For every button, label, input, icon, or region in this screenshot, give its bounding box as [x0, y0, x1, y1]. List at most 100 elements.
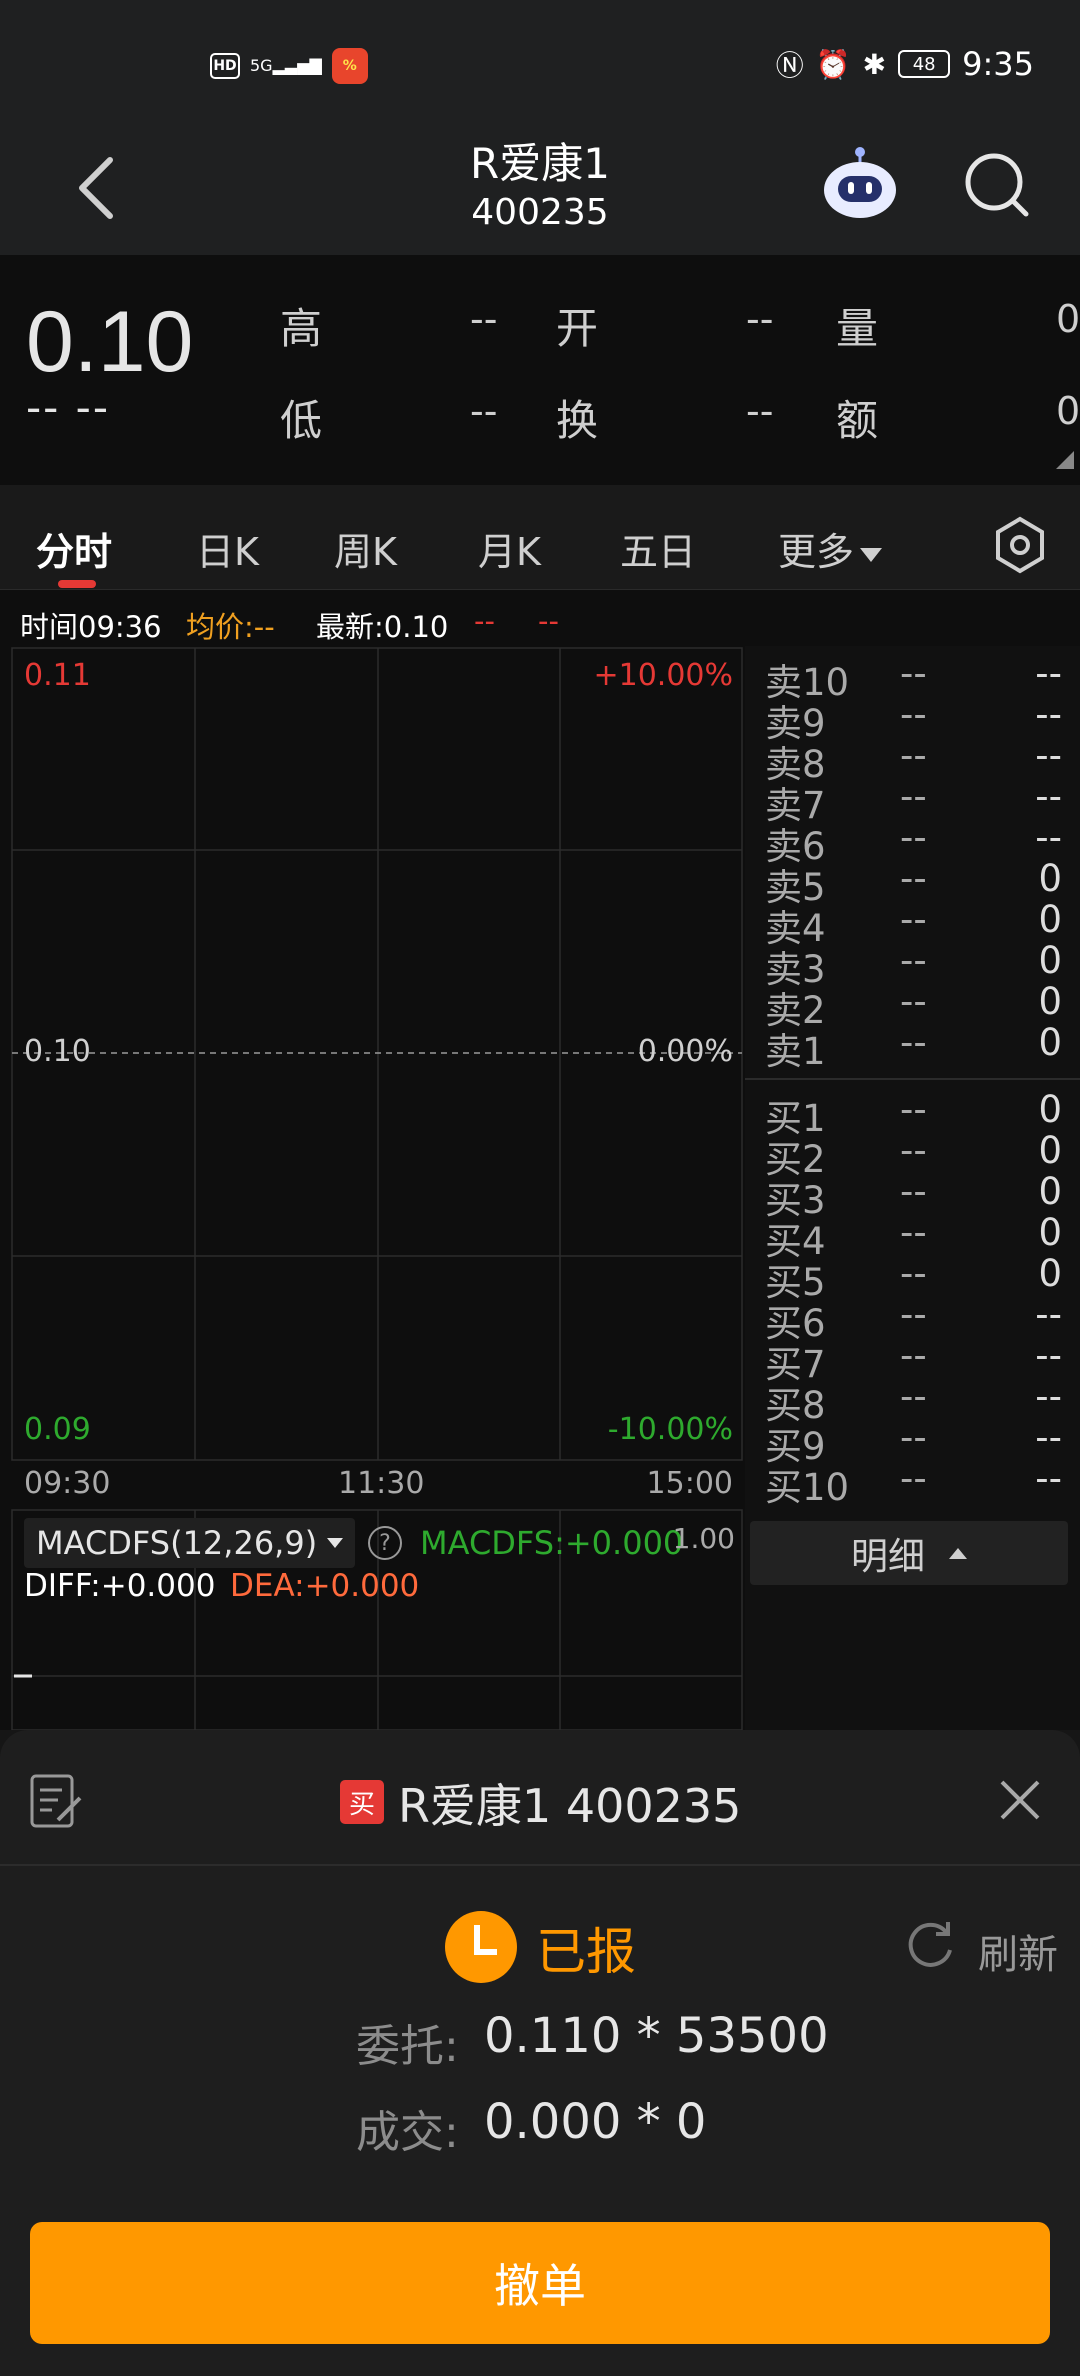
- sell-level-row: 卖5 -- 0: [745, 857, 1080, 909]
- refresh-button[interactable]: 刷新: [978, 1922, 1058, 1980]
- caret-up-icon: [949, 1547, 967, 1559]
- tab-five-day[interactable]: 五日: [620, 521, 696, 576]
- edit-note-icon[interactable]: [28, 1772, 84, 1830]
- alarm-icon: ⏰: [815, 47, 851, 81]
- level-volume: --: [1035, 1375, 1062, 1418]
- indicator-selector[interactable]: MACDFS(12,26,9): [24, 1518, 356, 1568]
- level-price: --: [900, 693, 927, 736]
- buy-level-row: 买4 -- 0: [745, 1211, 1080, 1263]
- tab-more-label: 更多: [778, 530, 855, 574]
- level-volume: 0: [1038, 1088, 1062, 1131]
- detail-button[interactable]: 明细: [750, 1521, 1068, 1585]
- pct-axis-bottom: -10.00%: [607, 1412, 733, 1447]
- level-volume: 0: [1038, 1129, 1062, 1172]
- x-axis-end: 15:00: [646, 1466, 733, 1501]
- app-notification-icon: %: [331, 48, 368, 84]
- tab-monthly-k[interactable]: 月K: [478, 521, 541, 576]
- level-price: --: [900, 1293, 927, 1336]
- status-bar: HD 5G▂▃▅▇ % Ⓝ ⏰ ✱ 48 9:35: [0, 0, 1080, 130]
- clock: 9:35: [962, 45, 1034, 83]
- sheet-header: 买 R爱康1 400235: [0, 1730, 1080, 1866]
- caret-down-icon: [860, 547, 883, 562]
- deal-value: 0.000 * 0: [484, 2094, 707, 2150]
- high-label: 高: [280, 304, 323, 353]
- buy-level-row: 买6 -- --: [745, 1293, 1080, 1345]
- buy-level-row: 买8 -- --: [745, 1375, 1080, 1427]
- tab-weekly-k[interactable]: 周K: [334, 521, 397, 576]
- tab-intraday[interactable]: 分时: [36, 521, 112, 576]
- diff-value: DIFF:+0.000: [24, 1568, 216, 1604]
- level-price: --: [900, 734, 927, 777]
- order-status: 已报: [536, 1923, 636, 1981]
- intraday-chart[interactable]: 0.11 +10.00% 0.10 0.00% 0.09 -10.00% 09:…: [0, 646, 745, 1730]
- volume-label: 量: [836, 304, 879, 353]
- level-volume: 0: [1038, 939, 1062, 982]
- help-icon[interactable]: ?: [368, 1526, 402, 1560]
- deal-label: 成交:: [356, 2107, 459, 2158]
- low-label: 低: [280, 396, 323, 445]
- refresh-icon[interactable]: [906, 1920, 956, 1970]
- level-volume: --: [1035, 652, 1062, 695]
- chart-tabs: 分时 日K 周K 月K 五日 更多: [0, 485, 1080, 590]
- settings-icon[interactable]: [990, 515, 1050, 575]
- level-volume: --: [1035, 1334, 1062, 1377]
- sell-level-row: 卖7 -- --: [745, 775, 1080, 827]
- level-volume: 0: [1038, 980, 1062, 1023]
- sell-level-row: 卖4 -- 0: [745, 898, 1080, 950]
- high-value: --: [470, 297, 498, 341]
- buy-level-row: 买2 -- 0: [745, 1129, 1080, 1181]
- cancel-order-button[interactable]: 撤单: [30, 2222, 1050, 2344]
- macdfs-value: MACDFS:+0.000: [420, 1524, 684, 1562]
- level-price: --: [900, 1457, 927, 1500]
- quote-panel: 0.10 -- -- 高 -- 开 -- 量 0 低 -- 换 -- 额 0: [0, 255, 1080, 485]
- close-icon[interactable]: [998, 1778, 1042, 1822]
- open-value: --: [746, 297, 774, 341]
- pct-axis-mid: 0.00%: [637, 1034, 733, 1069]
- level-volume: 0: [1038, 1211, 1062, 1254]
- level-price: --: [900, 1211, 927, 1254]
- level-price: --: [900, 1021, 927, 1064]
- level-volume: 0: [1038, 1170, 1062, 1213]
- level-price: --: [900, 816, 927, 859]
- open-label: 开: [556, 304, 599, 353]
- level-price: --: [900, 652, 927, 695]
- level-volume: 0: [1038, 898, 1062, 941]
- level-volume: --: [1035, 775, 1062, 818]
- y-axis-mid: 0.10: [24, 1034, 91, 1069]
- level-volume: 0: [1038, 1252, 1062, 1295]
- time-readout: 时间09:36: [20, 610, 162, 644]
- sheet-title: R爱康1 400235: [398, 1779, 742, 1833]
- dea-value: DEA:+0.000: [230, 1568, 420, 1604]
- level-volume: --: [1035, 1416, 1062, 1459]
- level-price: --: [900, 1375, 927, 1418]
- sell-level-row: 卖8 -- --: [745, 734, 1080, 786]
- order-book: 卖10 -- -- 卖9 -- -- 卖8 -- -- 卖7 -- -- 卖6 -- -- 卖5 -- 0 卖4 --…: [745, 646, 1080, 1730]
- level-price: --: [900, 1088, 927, 1131]
- buy-badge: 买: [340, 1780, 384, 1824]
- clock-status-icon: [445, 1911, 517, 1983]
- search-icon[interactable]: [962, 150, 1032, 220]
- level-price: --: [900, 775, 927, 818]
- amount-label: 额: [836, 396, 879, 445]
- buy-level-row: 买1 -- 0: [745, 1088, 1080, 1140]
- bluetooth-icon: ✱: [862, 47, 887, 81]
- level-label: 买10: [765, 1466, 850, 1509]
- robot-assistant-icon[interactable]: [820, 144, 900, 224]
- tab-more[interactable]: 更多: [778, 521, 883, 576]
- level-volume: --: [1035, 816, 1062, 859]
- tab-daily-k[interactable]: 日K: [196, 521, 259, 576]
- level-price: --: [900, 1129, 927, 1172]
- level-volume: 0: [1038, 857, 1062, 900]
- app-header: R爱康1 400235: [0, 130, 1080, 255]
- change-percent: --: [538, 604, 559, 638]
- sell-level-row: 卖3 -- 0: [745, 939, 1080, 991]
- level-volume: --: [1035, 1293, 1062, 1336]
- expand-corner-icon[interactable]: [1056, 451, 1074, 469]
- avg-price: 均价:--: [186, 610, 275, 644]
- x-axis-mid: 11:30: [338, 1466, 425, 1501]
- level-price: --: [900, 898, 927, 941]
- chart-info-row: 时间09:36 均价:-- 最新:0.10 -- --: [0, 590, 1080, 646]
- hd-icon: HD: [210, 53, 240, 79]
- sell-level-row: 卖9 -- --: [745, 693, 1080, 745]
- x-axis-start: 09:30: [24, 1466, 111, 1501]
